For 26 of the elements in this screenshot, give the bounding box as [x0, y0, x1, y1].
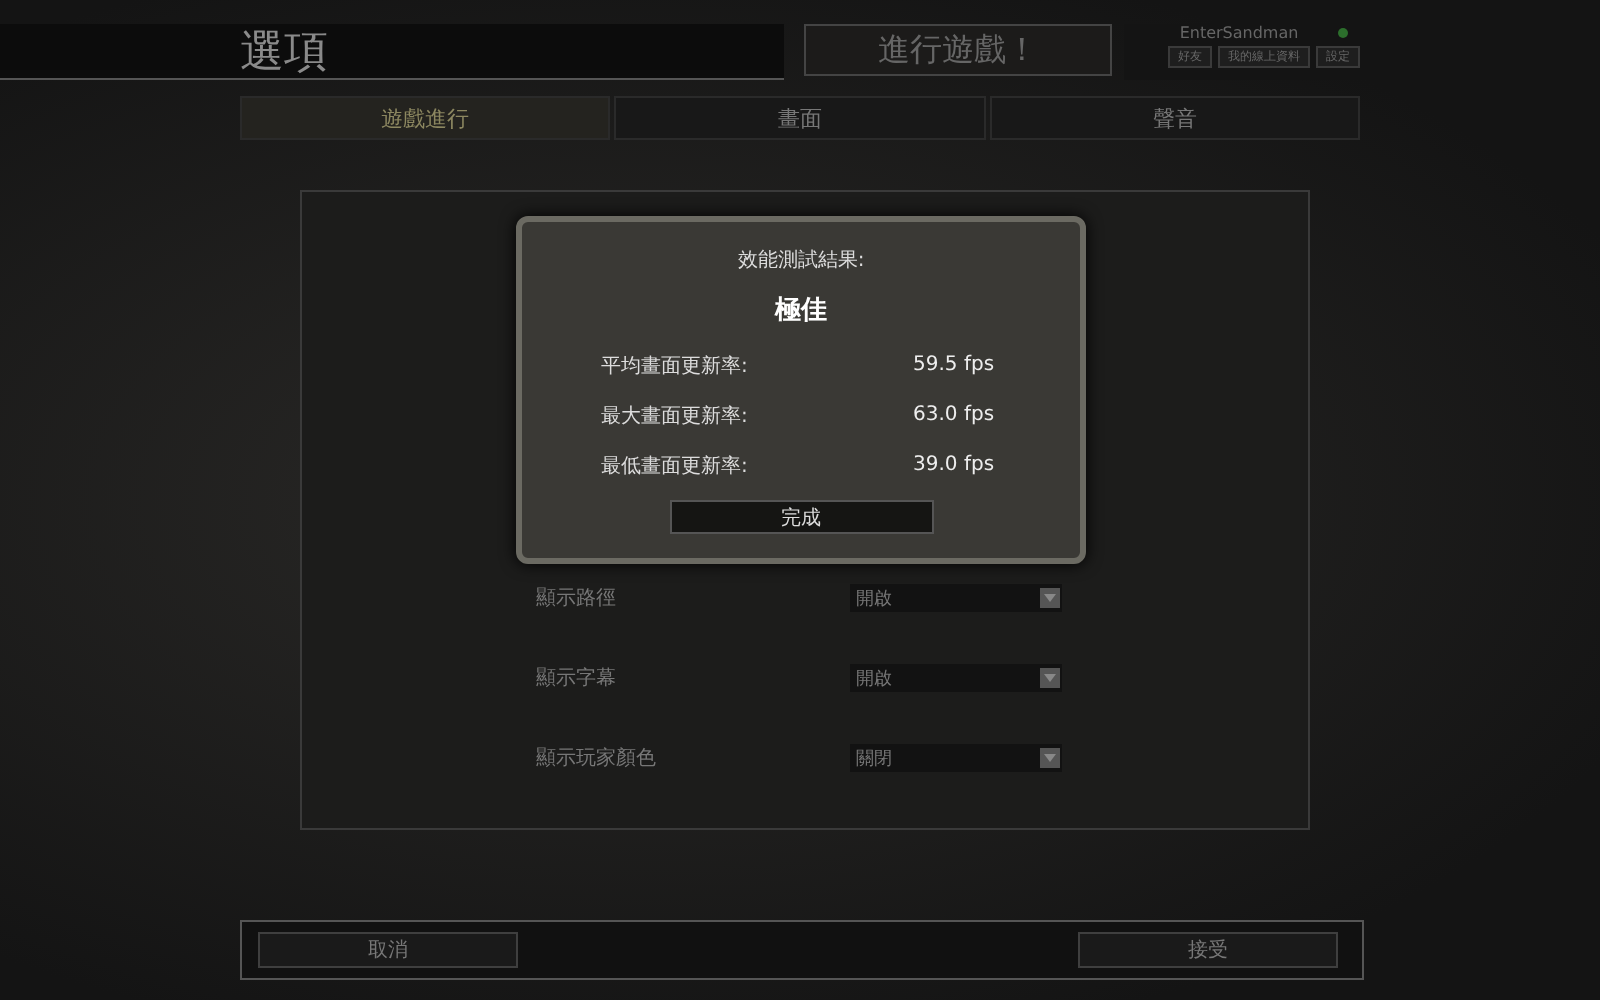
setting-label: 顯示路徑 — [536, 585, 616, 612]
stat-label: 平均畫面更新率: — [601, 353, 748, 379]
username: EnterSandman — [1179, 24, 1299, 42]
dialog-title: 效能測試結果: — [737, 247, 865, 274]
setting-label: 顯示字幕 — [536, 665, 616, 692]
dropdown[interactable]: 關閉 — [850, 744, 1062, 772]
stat-label: 最低畫面更新率: — [601, 453, 748, 479]
stat-value: 59.5 fps — [913, 354, 997, 376]
cancel-button[interactable]: 取消 — [258, 932, 518, 968]
stat-value: 39.0 fps — [913, 454, 997, 476]
caret-icon — [1040, 588, 1060, 608]
rating-text: 極佳 — [775, 294, 827, 328]
done-button[interactable]: 完成 — [669, 500, 933, 534]
dropdown[interactable]: 開啟 — [850, 664, 1062, 692]
setting-label: 顯示玩家顏色 — [536, 745, 656, 772]
tab[interactable]: 遊戲進行 — [240, 96, 611, 140]
window-title: 選項 — [240, 25, 328, 81]
tab[interactable]: 聲音 — [989, 96, 1360, 140]
stat-value: 63.0 fps — [913, 404, 997, 426]
dropdown[interactable]: 開啟 — [850, 584, 1062, 612]
caret-icon — [1040, 748, 1060, 768]
caret-icon — [1040, 668, 1060, 688]
tab[interactable]: 畫面 — [614, 96, 986, 140]
accept-button[interactable]: 接受 — [1078, 932, 1338, 968]
stat-label: 最大畫面更新率: — [601, 403, 748, 429]
play-button[interactable]: 進行遊戲！ — [804, 24, 1112, 76]
